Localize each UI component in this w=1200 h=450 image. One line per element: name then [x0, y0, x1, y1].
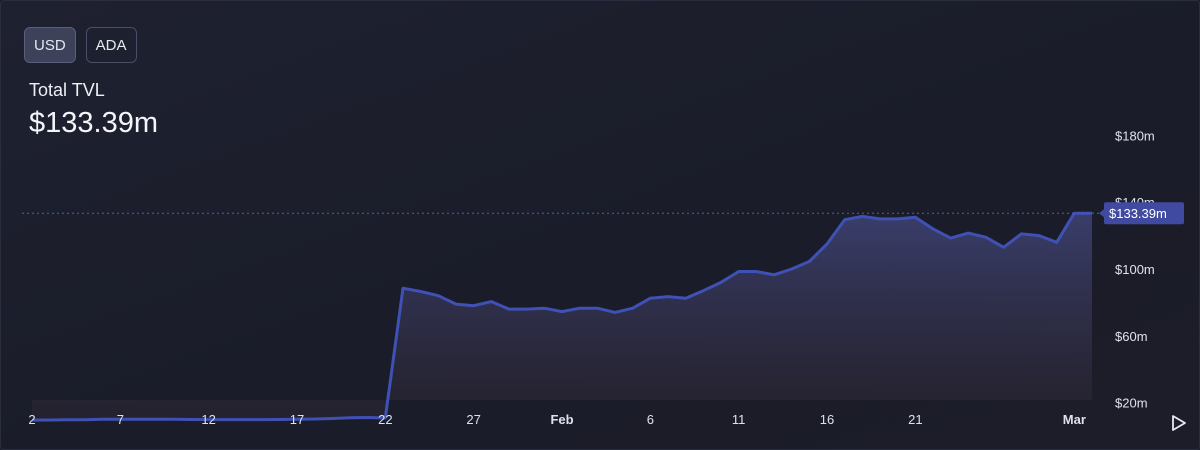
tvl-area-fill: [32, 213, 1092, 421]
x-tick-label: Mar: [1063, 412, 1086, 427]
y-tick-label: $60m: [1115, 329, 1148, 344]
x-tick-label: 21: [908, 412, 922, 427]
x-tick-label: 12: [201, 412, 215, 427]
x-tick-label: 27: [466, 412, 480, 427]
y-tick-label: $20m: [1115, 396, 1148, 411]
tvl-area-chart[interactable]: $20m$60m$100m$140m$180m 2712172227Feb611…: [0, 0, 1200, 450]
x-tick-label: Feb: [550, 412, 573, 427]
x-tick-label: 2: [28, 412, 35, 427]
current-value-price-tag: $133.39m: [1099, 202, 1184, 225]
play-icon[interactable]: [1170, 414, 1188, 432]
price-tag-label: $133.39m: [1109, 206, 1167, 221]
y-tick-label: $100m: [1115, 262, 1155, 277]
x-tick-label: 16: [820, 412, 834, 427]
x-tick-label: 11: [732, 412, 746, 427]
x-tick-label: 17: [290, 412, 304, 427]
y-tick-label: $180m: [1115, 128, 1155, 143]
x-tick-label: 22: [378, 412, 392, 427]
x-tick-label: 6: [647, 412, 654, 427]
x-tick-label: 7: [117, 412, 124, 427]
